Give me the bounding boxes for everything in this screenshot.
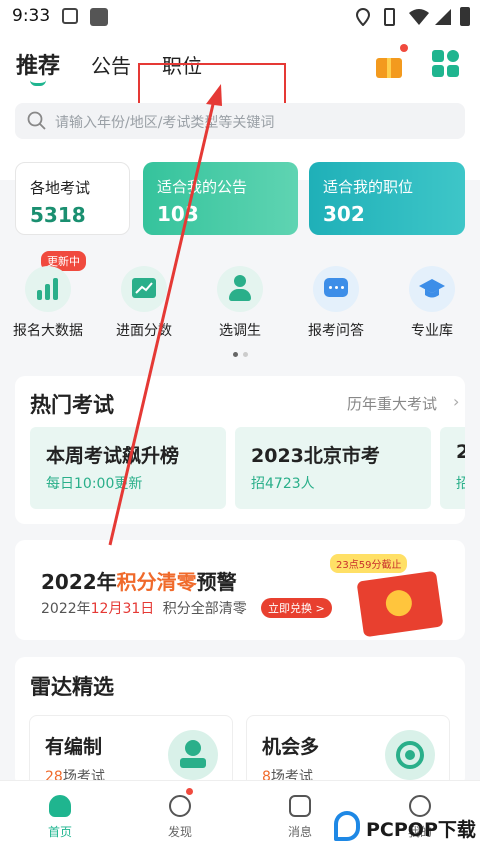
watermark-logo-icon xyxy=(334,811,360,841)
message-icon xyxy=(289,795,311,817)
watermark-text: PCPOP下载 xyxy=(366,819,476,841)
compass-icon xyxy=(169,788,193,817)
home-icon xyxy=(49,795,71,817)
nav-discover[interactable]: 发现 xyxy=(150,788,210,840)
nav-label: 发现 xyxy=(167,825,192,839)
bottom-nav: 首页 发现 消息 我的 PCPOP下载 xyxy=(0,780,480,853)
nav-label: 消息 xyxy=(287,825,312,839)
annotation-arrow xyxy=(108,84,222,546)
nav-home[interactable]: 首页 xyxy=(30,795,90,840)
nav-messages[interactable]: 消息 xyxy=(270,795,330,840)
nav-label: 首页 xyxy=(47,825,72,839)
profile-icon xyxy=(409,795,431,817)
